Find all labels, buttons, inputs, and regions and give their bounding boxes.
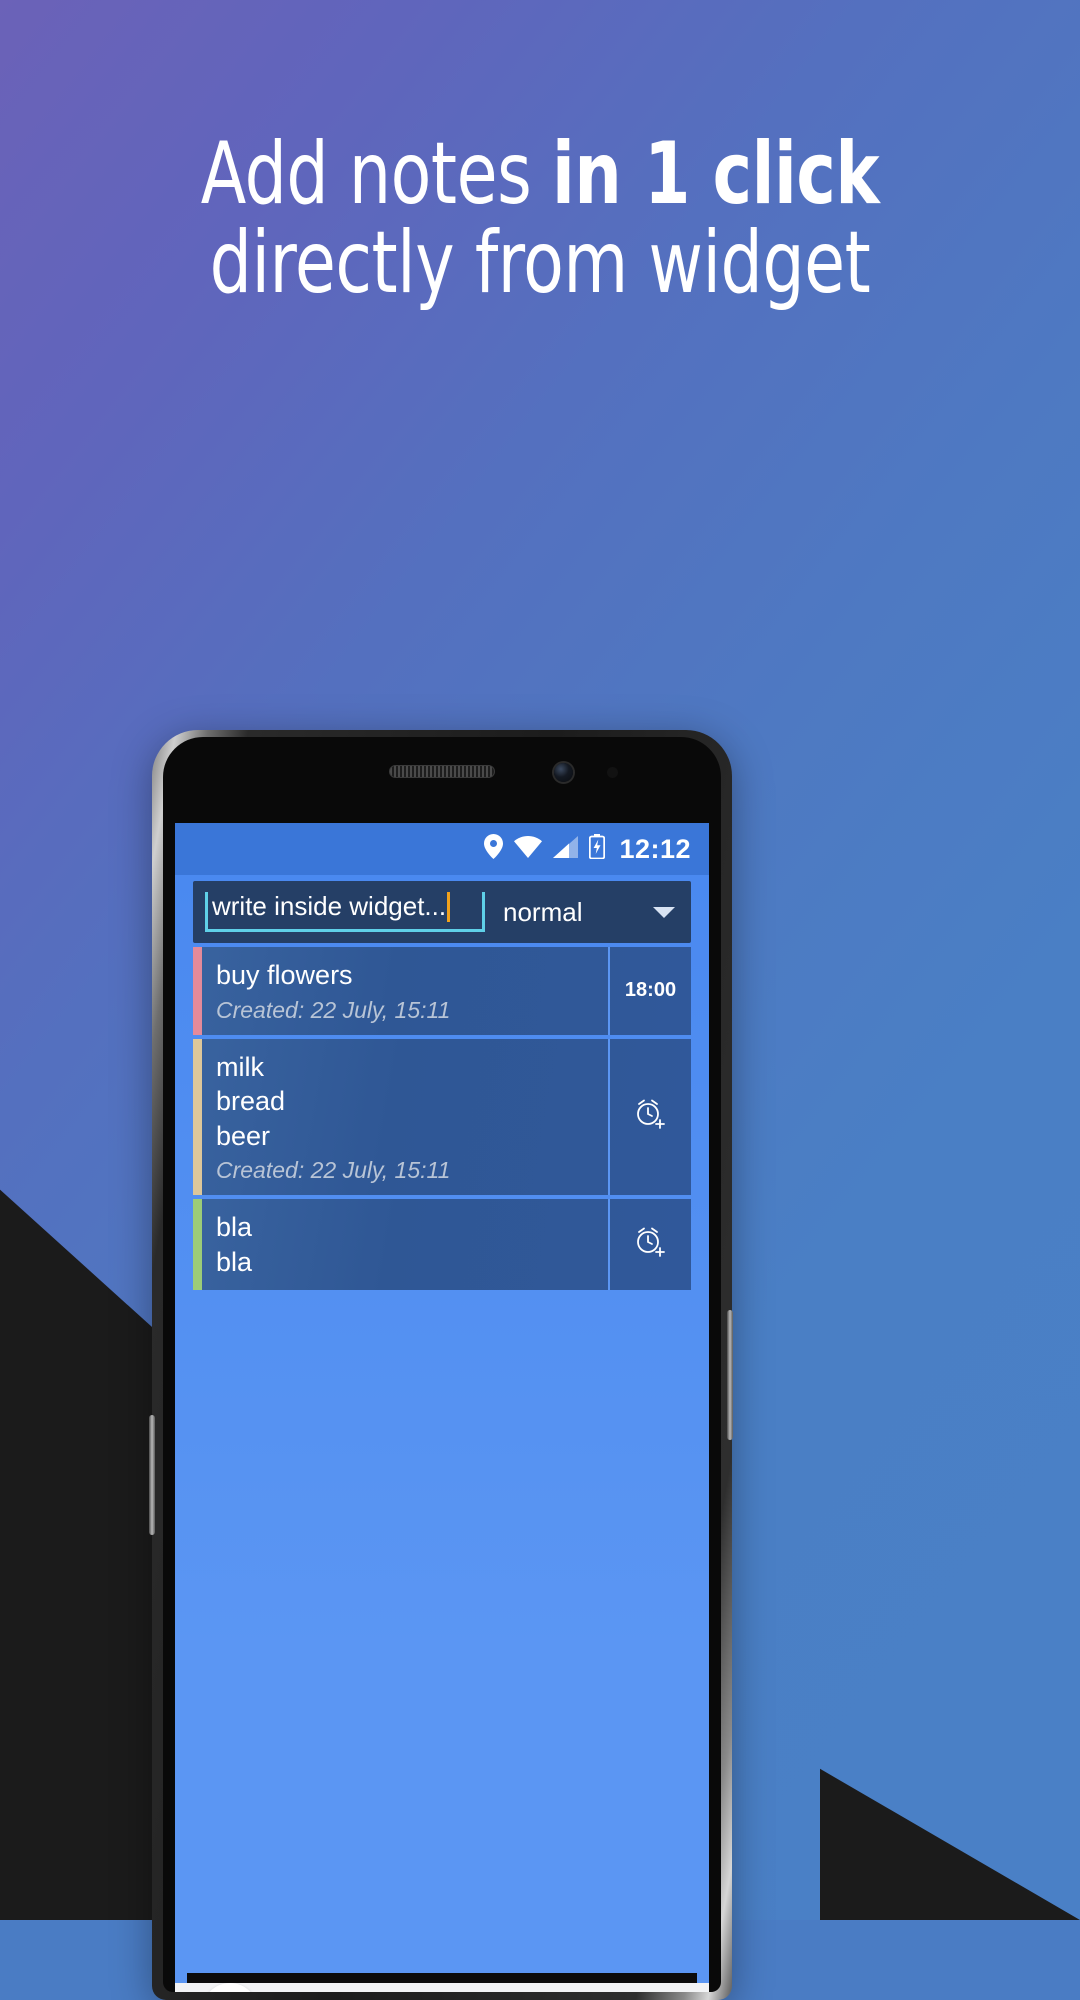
proximity-sensor-icon — [607, 767, 618, 778]
navigation-strip — [187, 1973, 697, 1983]
page-title: Add notes in 1 click directly from widge… — [0, 130, 1080, 307]
note-widget: write inside widget... normal buy flower… — [175, 875, 709, 1983]
note-text: buy flowers — [216, 960, 353, 990]
front-camera-icon — [554, 763, 573, 782]
widget-mode-dropdown[interactable]: normal — [491, 897, 691, 928]
headline-line-1-normal: Add notes — [200, 124, 553, 224]
phone-screen: 12:12 write inside widget... normal buy … — [175, 823, 709, 1983]
note-reminder-slot[interactable] — [608, 1038, 691, 1196]
widget-mode-label: normal — [503, 896, 583, 927]
alarm-add-icon — [633, 1224, 669, 1265]
chevron-down-icon — [653, 906, 675, 918]
phone-body: 12:12 write inside widget... normal buy … — [163, 737, 721, 1992]
note-item[interactable]: bla bla — [193, 1199, 691, 1291]
battery-charging-icon — [589, 834, 606, 864]
note-text: bla bla — [216, 1212, 253, 1277]
notes-list: buy flowers Created: 22 July, 15:11 18:0… — [193, 947, 691, 1291]
keyboard-toolbar: GIF ••• — [175, 1983, 709, 1992]
note-text: milk bread beer — [216, 1051, 286, 1151]
note-color-stripe — [193, 1199, 202, 1291]
note-color-stripe — [193, 1038, 202, 1196]
phone-volume-button[interactable] — [149, 1415, 155, 1535]
note-item[interactable]: milk bread beer Created: 22 July, 15:11 — [193, 1038, 691, 1196]
status-bar: 12:12 — [175, 823, 709, 875]
status-bar-time: 12:12 — [619, 833, 691, 864]
earpiece-speaker-icon — [389, 765, 495, 778]
alarm-add-icon — [633, 1096, 669, 1137]
keyboard-back-button[interactable] — [189, 1983, 271, 1992]
note-item[interactable]: buy flowers Created: 22 July, 15:11 18:0… — [193, 947, 691, 1035]
note-reminder-time: 18:00 — [624, 979, 677, 1002]
cellular-signal-icon — [553, 835, 579, 863]
back-chevron-icon — [202, 1983, 258, 1992]
note-created-timestamp: Created: 22 July, 15:11 — [216, 1157, 451, 1184]
headline-line-1: Add notes in 1 click — [76, 130, 1005, 219]
note-color-stripe — [193, 947, 202, 1035]
phone-power-button[interactable] — [727, 1310, 733, 1440]
note-reminder-slot[interactable] — [608, 1199, 691, 1291]
widget-input-row: write inside widget... normal — [193, 881, 691, 943]
note-content[interactable]: bla bla — [202, 1199, 608, 1290]
text-caret — [447, 891, 451, 922]
note-reminder-slot[interactable]: 18:00 — [608, 947, 691, 1035]
note-content[interactable]: milk bread beer Created: 22 July, 15:11 — [202, 1039, 608, 1196]
note-created-timestamp: Created: 22 July, 15:11 — [216, 996, 451, 1023]
note-content[interactable]: buy flowers Created: 22 July, 15:11 — [202, 947, 608, 1035]
headline-line-1-strong: in 1 click — [552, 124, 880, 224]
widget-note-input[interactable]: write inside widget... — [205, 891, 485, 932]
location-pin-icon — [484, 834, 504, 864]
widget-input-text: write inside widget... — [212, 891, 447, 921]
wifi-icon — [514, 835, 543, 863]
phone-mockup: 12:12 write inside widget... normal buy … — [152, 730, 732, 2000]
headline-line-2: directly from widget — [209, 212, 871, 313]
